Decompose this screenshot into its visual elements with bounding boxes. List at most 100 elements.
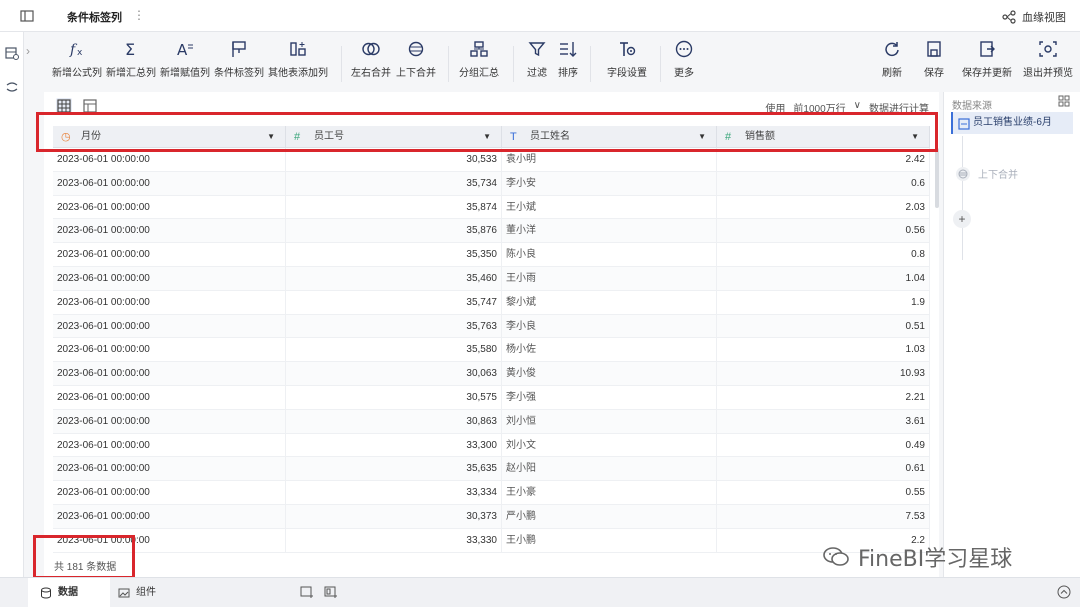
filter-button[interactable]: 过滤 — [527, 40, 547, 79]
left-rail — [0, 32, 24, 577]
add-column-from-other-table-button[interactable]: 其他表添加列 — [268, 40, 328, 79]
add-formula-column-button[interactable]: fx 新增公式列 — [52, 40, 102, 79]
tab-title[interactable]: 条件标签列 — [67, 9, 122, 25]
cell-sales: 1.9 — [717, 290, 930, 315]
grid-view-icon[interactable] — [56, 98, 72, 114]
detail-view-icon[interactable] — [82, 98, 98, 114]
cell-month: 2023-06-01 00:00:00 — [53, 504, 286, 529]
cell-employee-name: 王小鹏 — [502, 528, 717, 553]
column-menu-icon[interactable]: ▼ — [911, 126, 919, 148]
collapse-panel-icon[interactable] — [20, 9, 34, 23]
cell-employee-id: 35,763 — [286, 314, 502, 339]
toolbar-divider — [448, 46, 449, 82]
add-chart-icon[interactable] — [300, 585, 314, 599]
sort-icon — [558, 40, 578, 58]
tab-component[interactable]: 组件 — [106, 578, 186, 607]
table-row[interactable]: 2023-06-01 00:00:00 33,330 王小鹏 2.2 — [53, 528, 930, 553]
group-icon — [469, 40, 489, 58]
table-row[interactable]: 2023-06-01 00:00:00 35,734 李小安 0.6 — [53, 171, 930, 196]
cell-employee-name: 李小安 — [502, 171, 717, 196]
column-menu-icon[interactable]: ▼ — [267, 126, 275, 148]
sigma-icon: Σ — [121, 40, 141, 59]
view-switch — [56, 98, 98, 114]
table-row[interactable]: 2023-06-01 00:00:00 35,635 赵小阳 0.61 — [53, 457, 930, 482]
panel-title: 数据来源 — [952, 101, 992, 112]
add-assign-column-button[interactable]: A 新增赋值列 — [160, 40, 210, 79]
chevron-down-icon[interactable]: ∨ — [854, 100, 861, 115]
svg-text:A: A — [177, 41, 188, 58]
cell-sales: 0.6 — [717, 171, 930, 196]
up-down-merge-button[interactable]: 上下合并 — [396, 40, 436, 79]
assign-icon: A — [175, 40, 195, 59]
table-row[interactable]: 2023-06-01 00:00:00 30,063 黄小俊 10.93 — [53, 362, 930, 386]
table-row[interactable]: 2023-06-01 00:00:00 33,334 王小豪 0.55 — [53, 481, 930, 505]
cell-month: 2023-06-01 00:00:00 — [53, 385, 286, 410]
add-step-button[interactable]: + — [953, 210, 971, 228]
tab-data[interactable]: 数据 — [28, 578, 110, 607]
more-button[interactable]: 更多 — [674, 40, 694, 79]
lineage-view-button[interactable]: 血缘视图 — [1002, 9, 1066, 25]
refresh-button[interactable]: 刷新 — [882, 40, 902, 79]
tab-more-icon[interactable]: ⋮ — [133, 8, 145, 22]
cell-employee-id: 30,063 — [286, 362, 502, 386]
add-summary-column-button[interactable]: Σ 新增汇总列 — [106, 40, 156, 79]
cell-sales: 1.03 — [717, 338, 930, 363]
collapse-up-icon[interactable] — [1057, 585, 1071, 599]
cell-employee-id: 35,350 — [286, 243, 502, 267]
table-row[interactable]: 2023-06-01 00:00:00 30,575 李小强 2.21 — [53, 385, 930, 410]
table-row[interactable]: 2023-06-01 00:00:00 35,747 黎小斌 1.9 — [53, 290, 930, 315]
table-row[interactable]: 2023-06-01 00:00:00 30,373 严小鹏 7.53 — [53, 504, 930, 529]
table-row[interactable]: 2023-06-01 00:00:00 33,300 刘小文 0.49 — [53, 433, 930, 458]
relation-icon[interactable] — [5, 80, 19, 94]
merge-step[interactable]: 上下合并 — [956, 166, 1018, 181]
cell-month: 2023-06-01 00:00:00 — [53, 171, 286, 196]
table-row[interactable]: 2023-06-01 00:00:00 35,874 王小斌 2.03 — [53, 195, 930, 220]
column-header-month[interactable]: ◷ 月份 ▼ — [53, 126, 286, 148]
cell-employee-id: 35,747 — [286, 290, 502, 315]
row-limit-dropdown[interactable]: 前1000万行 — [793, 100, 845, 115]
component-icon — [118, 588, 130, 597]
table-row[interactable]: 2023-06-01 00:00:00 35,350 陈小良 0.8 — [53, 243, 930, 267]
column-header-employee-id[interactable]: # 员工号 ▼ — [286, 126, 502, 148]
save-button[interactable]: 保存 — [924, 40, 944, 79]
dataset-icon[interactable] — [5, 46, 19, 60]
toolbar-divider — [590, 46, 591, 82]
cell-employee-name: 刘小文 — [502, 433, 717, 458]
field-settings-icon — [617, 40, 637, 58]
expand-arrow-icon[interactable]: › — [26, 44, 30, 58]
add-dashboard-icon[interactable] — [324, 585, 338, 599]
left-right-merge-button[interactable]: 左右合并 — [351, 40, 391, 79]
bottom-bar: 数据 组件 — [0, 577, 1080, 607]
save-and-update-button[interactable]: 保存并更新 — [962, 40, 1012, 79]
cell-month: 2023-06-01 00:00:00 — [53, 290, 286, 315]
table-row[interactable]: 2023-06-01 00:00:00 30,533 袁小明 2.42 — [53, 148, 930, 172]
cell-employee-name: 王小豪 — [502, 481, 717, 505]
table-row[interactable]: 2023-06-01 00:00:00 35,460 王小雨 1.04 — [53, 266, 930, 291]
column-menu-icon[interactable]: ▼ — [483, 126, 491, 148]
table-row[interactable]: 2023-06-01 00:00:00 30,863 刘小恒 3.61 — [53, 409, 930, 434]
table-row[interactable]: 2023-06-01 00:00:00 35,763 李小良 0.51 — [53, 314, 930, 339]
table-row[interactable]: 2023-06-01 00:00:00 35,876 董小洋 0.56 — [53, 219, 930, 244]
cell-sales: 10.93 — [717, 362, 930, 386]
cell-employee-name: 王小雨 — [502, 266, 717, 291]
cell-employee-id: 33,334 — [286, 481, 502, 505]
field-settings-button[interactable]: 字段设置 — [607, 40, 647, 79]
condition-label-column-button[interactable]: 条件标签列 — [214, 40, 264, 79]
sort-button[interactable]: 排序 — [558, 40, 578, 79]
database-icon — [41, 587, 51, 598]
column-header-sales[interactable]: # 销售额 ▼ — [717, 126, 930, 148]
expand-icon[interactable] — [1058, 95, 1070, 107]
column-header-employee-name[interactable]: T 员工姓名 ▼ — [502, 126, 717, 148]
exit-and-preview-button[interactable]: 退出并预览 — [1023, 40, 1073, 79]
flow-line — [962, 136, 963, 260]
source-table-item[interactable]: 员工销售业绩-6月 — [951, 112, 1073, 134]
cell-month: 2023-06-01 00:00:00 — [53, 433, 286, 458]
save-icon — [924, 40, 944, 58]
table-row[interactable]: 2023-06-01 00:00:00 35,580 杨小佐 1.03 — [53, 338, 930, 363]
formula-icon: fx — [67, 40, 87, 58]
group-summary-button[interactable]: 分组汇总 — [459, 40, 499, 79]
vertical-scrollbar[interactable] — [935, 148, 939, 208]
column-menu-icon[interactable]: ▼ — [698, 126, 706, 148]
text-type-icon: T — [510, 131, 517, 143]
svg-text:Σ: Σ — [125, 40, 135, 58]
